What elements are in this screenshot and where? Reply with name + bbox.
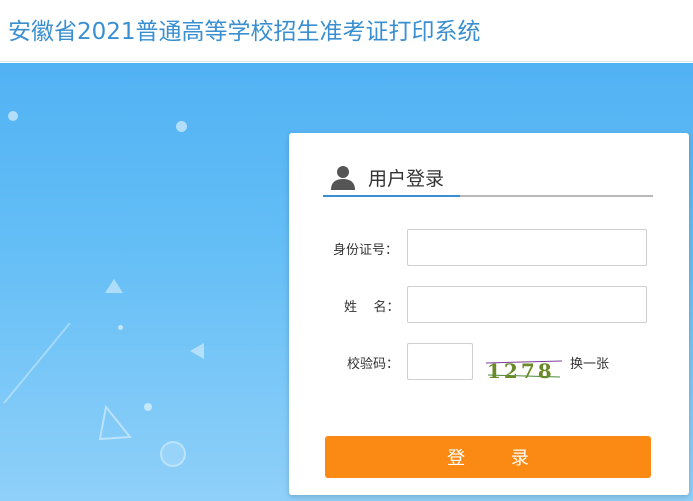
captcha-input[interactable] — [407, 343, 473, 380]
decor-dot — [118, 325, 123, 330]
login-card: 用户登录 身份证号： 姓 名： 校验码： 1278 换一张 登 录 — [289, 133, 689, 495]
refresh-captcha-link[interactable]: 换一张 — [570, 353, 609, 372]
decor-dot — [8, 111, 18, 121]
decor-dot — [144, 403, 152, 411]
id-number-label: 身份证号： — [333, 243, 399, 258]
login-header: 用户登录 — [323, 159, 653, 197]
decor-triangle — [105, 279, 123, 293]
login-title-underline — [323, 195, 460, 197]
page-header: 安徽省2021普通高等学校招生准考证打印系统 — [0, 0, 693, 62]
captcha-text: 1278 — [487, 359, 555, 383]
captcha-image[interactable]: 1278 — [484, 355, 564, 383]
user-icon — [331, 166, 355, 190]
captcha-label: 校验码： — [347, 357, 400, 372]
login-title: 用户登录 — [368, 168, 445, 190]
id-number-input[interactable] — [407, 229, 647, 266]
login-button[interactable]: 登 录 — [325, 436, 651, 478]
name-label: 姓 名： — [344, 300, 400, 315]
page-title: 安徽省2021普通高等学校招生准考证打印系统 — [8, 19, 481, 45]
name-input[interactable] — [407, 286, 647, 323]
decor-ring — [160, 441, 186, 467]
decor-triangle — [190, 343, 204, 359]
decor-dot — [176, 121, 187, 132]
decor-line — [3, 322, 71, 404]
decor-triangle-outline — [98, 404, 132, 441]
